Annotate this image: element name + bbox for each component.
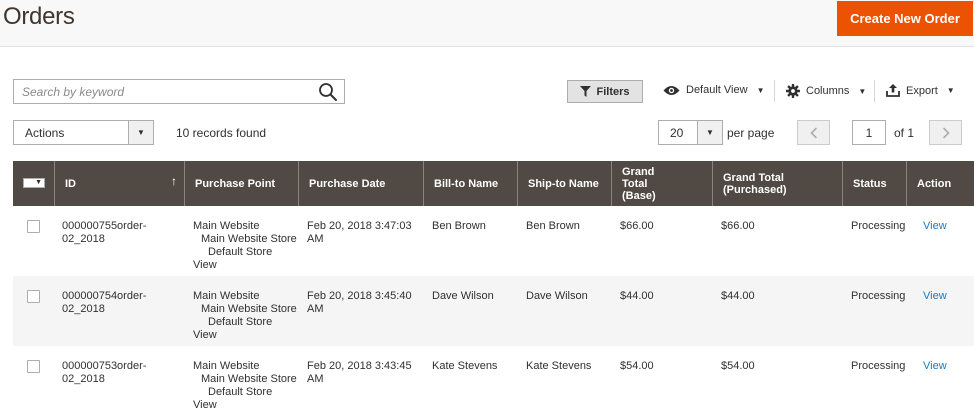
bill-to-name: Dave Wilson: [432, 290, 494, 302]
order-id: 000000754order-02_2018: [62, 290, 147, 315]
grand-total-base: $54.00: [620, 360, 654, 372]
status: Processing: [851, 290, 906, 302]
column-header-purchase-date[interactable]: Purchase Date: [298, 161, 423, 206]
page-title: Orders: [3, 3, 75, 30]
grand-total-purchased: $66.00: [721, 220, 755, 232]
purchase-date: Feb 20, 2018 3:43:45 AM: [307, 360, 412, 385]
purchase-date: Feb 20, 2018 3:45:40 AM: [307, 290, 412, 315]
chevron-down-icon: ▼: [756, 85, 765, 95]
row-checkbox[interactable]: [27, 220, 40, 233]
export-icon: [886, 84, 900, 97]
next-page-button[interactable]: [929, 120, 962, 145]
row-checkbox[interactable]: [27, 360, 40, 373]
chevron-right-icon: [942, 126, 950, 139]
search-icon[interactable]: [318, 82, 338, 102]
column-header-purchase-point[interactable]: Purchase Point: [184, 161, 298, 206]
grand-total-purchased: $44.00: [721, 290, 755, 302]
grid-header: ▼ ID ↑ Purchase Point Purchase Date Bill…: [13, 161, 974, 206]
actions-dropdown[interactable]: Actions ▼: [13, 120, 154, 145]
order-id: 000000753order-02_2018: [62, 360, 147, 385]
per-page-label: per page: [727, 126, 775, 140]
column-header-status[interactable]: Status: [842, 161, 906, 206]
grand-total-base: $66.00: [620, 220, 654, 232]
records-found: 10 records found: [176, 126, 267, 140]
mass-select-header: ▼: [13, 161, 54, 206]
page-size-select[interactable]: 20 ▼: [658, 120, 723, 145]
toolbar-divider: [774, 80, 775, 102]
column-header-ship-to-name[interactable]: Ship-to Name: [517, 161, 611, 206]
sort-up-icon: ↑: [171, 174, 177, 188]
view-link[interactable]: View: [923, 290, 947, 303]
column-header-grand-total-base[interactable]: Grand Total (Base): [611, 161, 712, 206]
ship-to-name: Ben Brown: [526, 220, 580, 232]
purchase-point: Main Website Main Website Store Default …: [193, 360, 297, 411]
purchase-point: Main Website Main Website Store Default …: [193, 220, 297, 271]
chevron-left-icon: [809, 126, 817, 139]
export-dropdown[interactable]: Export ▼: [886, 84, 955, 97]
search-input[interactable]: [14, 80, 304, 103]
chevron-down-icon: ▼: [858, 86, 867, 96]
gear-icon: [786, 84, 800, 98]
table-row[interactable]: 000000753order-02_2018 Main Website Main…: [13, 346, 974, 416]
table-row[interactable]: 000000754order-02_2018 Main Website Main…: [13, 276, 974, 346]
column-header-bill-to-name[interactable]: Bill-to Name: [423, 161, 517, 206]
previous-page-button[interactable]: [797, 120, 830, 145]
chevron-down-icon[interactable]: ▼: [128, 121, 153, 144]
toolbar-divider: [874, 80, 875, 102]
order-id: 000000755order-02_2018: [62, 220, 147, 245]
purchase-date: Feb 20, 2018 3:47:03 AM: [307, 220, 412, 245]
filter-icon: [580, 86, 592, 97]
default-view-dropdown[interactable]: Default View ▼: [663, 84, 764, 96]
export-label: Export: [906, 84, 938, 97]
page-header: Orders Create New Order: [0, 0, 974, 47]
filters-button[interactable]: Filters: [567, 80, 643, 103]
ship-to-name: Dave Wilson: [526, 290, 588, 302]
eye-icon: [663, 85, 680, 95]
actions-label: Actions: [25, 126, 65, 140]
chevron-down-icon[interactable]: ▼: [697, 121, 722, 144]
grand-total-purchased: $54.00: [721, 360, 755, 372]
page-size-value: 20: [670, 126, 684, 140]
status: Processing: [851, 220, 906, 232]
create-new-order-button[interactable]: Create New Order: [837, 1, 973, 36]
chevron-down-icon: ▼: [946, 86, 955, 95]
chevron-down-icon: ▼: [35, 179, 42, 186]
total-pages: of 1: [894, 126, 915, 140]
bill-to-name: Kate Stevens: [432, 360, 498, 372]
column-header-action: Action: [906, 161, 974, 206]
columns-dropdown[interactable]: Columns ▼: [786, 84, 866, 98]
view-link[interactable]: View: [923, 360, 947, 373]
purchase-point: Main Website Main Website Store Default …: [193, 290, 297, 341]
row-checkbox[interactable]: [27, 290, 40, 303]
status: Processing: [851, 360, 906, 372]
current-page-input[interactable]: 1: [852, 120, 886, 145]
search-box: [13, 79, 345, 104]
bill-to-name: Ben Brown: [432, 220, 486, 232]
ship-to-name: Kate Stevens: [526, 360, 592, 372]
grand-total-base: $44.00: [620, 290, 654, 302]
filters-label: Filters: [596, 85, 630, 98]
view-link[interactable]: View: [923, 220, 947, 233]
columns-label: Columns: [806, 85, 850, 97]
mass-select-checkbox[interactable]: ▼: [23, 178, 45, 188]
default-view-label: Default View: [686, 84, 748, 96]
table-row[interactable]: 000000755order-02_2018 Main Website Main…: [13, 206, 974, 276]
orders-grid: ▼ ID ↑ Purchase Point Purchase Date Bill…: [13, 161, 974, 416]
column-header-id[interactable]: ID ↑: [54, 161, 184, 206]
column-header-grand-total-purchased[interactable]: Grand Total (Purchased): [712, 161, 842, 206]
